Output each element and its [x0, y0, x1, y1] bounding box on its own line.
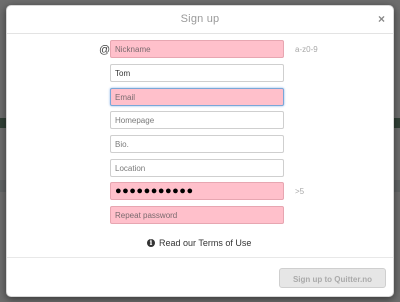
email-input[interactable] — [110, 88, 284, 106]
homepage-input[interactable] — [110, 111, 284, 129]
nickname-hint: a-z0-9 — [295, 45, 318, 54]
fullname-input[interactable] — [110, 64, 284, 82]
signup-submit-button[interactable]: Sign up to Quitter.no — [279, 268, 386, 288]
terms-link[interactable]: i Read our Terms of Use — [147, 238, 251, 248]
password-hint: >5 — [295, 187, 305, 196]
signup-modal: Sign up × @ a-z0-9 >5 i Read our Terms o… — [6, 5, 394, 297]
password-input[interactable] — [110, 182, 284, 200]
at-icon: @ — [99, 44, 111, 56]
nickname-input[interactable] — [110, 40, 284, 58]
modal-header: Sign up × — [7, 6, 393, 34]
repeat-password-input[interactable] — [110, 206, 284, 224]
terms-label: Read our Terms of Use — [159, 238, 252, 248]
close-button[interactable]: × — [378, 12, 385, 26]
modal-title: Sign up — [180, 13, 220, 25]
info-icon: i — [147, 239, 155, 247]
location-input[interactable] — [110, 159, 284, 177]
modal-footer: Sign up to Quitter.no — [7, 257, 393, 297]
bio-input[interactable] — [110, 135, 284, 153]
